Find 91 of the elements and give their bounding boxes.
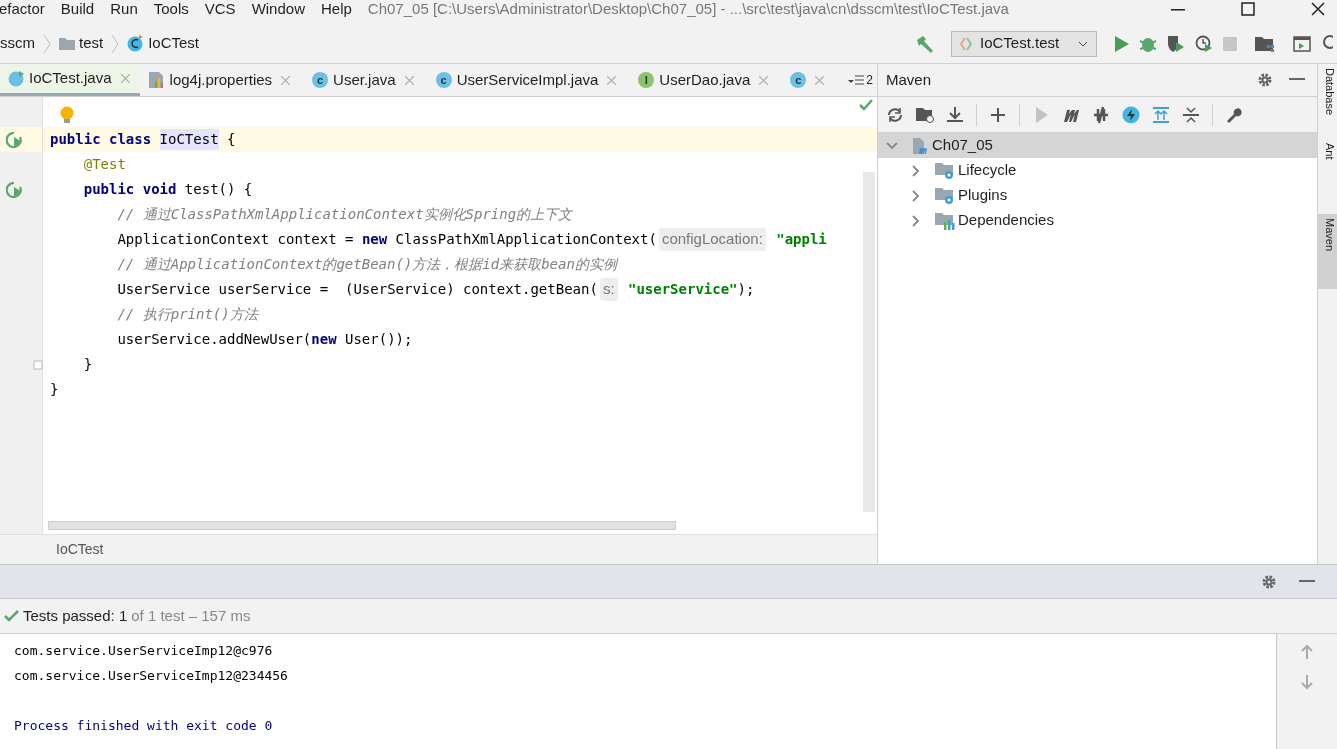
chevron-icon <box>43 33 51 54</box>
profiler-icon[interactable] <box>1195 34 1213 53</box>
library-folder-icon <box>935 211 955 230</box>
tree-item[interactable]: Plugins <box>878 183 1317 208</box>
toggle-offline-icon[interactable] <box>1092 105 1110 124</box>
up-arrow-icon[interactable] <box>1301 644 1313 660</box>
breadcrumb-item[interactable]: IoCTest <box>148 32 200 55</box>
code-line: // 通过ApplicationContext的getBean()方法，根据id来获取bean的实例 <box>116 255 617 274</box>
code-line: userService.addNewUser(new User()); <box>116 330 413 349</box>
class-icon: c <box>435 72 452 88</box>
settings-folder-icon <box>935 161 955 180</box>
refresh-icon[interactable] <box>886 105 904 124</box>
scrollbar[interactable] <box>48 521 676 530</box>
plus-icon[interactable] <box>989 105 1007 124</box>
run-config-dropdown[interactable]: IoCTest.test <box>951 30 1097 57</box>
chevron-right-icon[interactable] <box>910 214 922 227</box>
class-icon <box>8 70 24 87</box>
code-line: ApplicationContext context = new ClassPathXmlApplicationContext( configLocation: "appli <box>50 228 827 251</box>
tab-overflow-button[interactable]: 2 <box>848 64 877 96</box>
check-icon <box>4 610 19 622</box>
side-tab[interactable]: Database <box>1318 64 1337 139</box>
run-icon[interactable] <box>6 181 22 198</box>
breadcrumb-item[interactable]: test <box>79 32 104 55</box>
folder-icon[interactable] <box>916 105 934 124</box>
terminal-window-icon[interactable] <box>1293 35 1311 52</box>
coverage-icon[interactable] <box>1167 34 1185 53</box>
code-line: public void test() { <box>82 180 253 199</box>
close-icon[interactable] <box>1311 2 1325 16</box>
console-line: Process finished with exit code 0 <box>14 716 274 735</box>
panel-title: Maven <box>886 69 933 90</box>
project-structure-icon[interactable] <box>1255 35 1275 52</box>
editor-tab[interactable]: c User.java <box>304 64 428 96</box>
code-line: // 执行print()方法 <box>116 305 258 324</box>
editor-tab[interactable]: c <box>782 64 839 96</box>
settings-icon[interactable] <box>1257 72 1273 88</box>
editor-tab[interactable]: log4j.properties <box>139 64 305 96</box>
side-tab[interactable]: Maven <box>1318 214 1337 289</box>
code-line: // 通过ClassPathXmlApplicationContext实例化Spring的上下文 <box>116 205 573 224</box>
lightning-icon[interactable] <box>1122 105 1140 124</box>
menu-item[interactable]: VCS <box>204 0 236 18</box>
code-line: @Test <box>82 155 126 174</box>
side-tab[interactable]: Ant <box>1318 139 1337 214</box>
code-line: public class IoCTest { <box>50 129 236 150</box>
settings-icon[interactable] <box>1261 573 1277 590</box>
menu-item[interactable]: Tools <box>153 0 189 18</box>
menu-item[interactable]: Build <box>60 0 95 18</box>
window-title: Ch07_05 [C:\Users\Administrator\Desktop\Ch07_05] - ...\src\test\java\cn\dsscm\test\IoCTest.java <box>367 0 1010 18</box>
console-line: com.service.UserServiceImp12@c976 <box>14 641 274 660</box>
hammer-icon[interactable] <box>915 34 935 53</box>
test-status: Tests passed: 1 <box>23 605 128 626</box>
code-line: } <box>50 380 59 399</box>
down-arrow-icon[interactable] <box>1301 674 1313 690</box>
test-config-icon <box>960 36 972 51</box>
folder-icon <box>59 37 75 50</box>
check-icon <box>859 99 873 111</box>
tree-item[interactable]: Ch07_05 <box>878 133 1317 158</box>
interface-icon: I <box>638 72 655 88</box>
lightbulb-icon[interactable] <box>60 105 74 124</box>
tree-item[interactable]: Dependencies <box>878 208 1317 233</box>
breadcrumb-item[interactable]: IoCTest <box>56 539 104 560</box>
console-line: com.service.UserServiceImp12@234456 <box>14 666 289 685</box>
maximize-icon[interactable] <box>1241 2 1255 16</box>
chevron-icon <box>111 33 120 54</box>
run-icon[interactable] <box>1115 35 1129 52</box>
code-line: UserService userService = (UserService) context.getBean( s: "userService"); <box>50 278 755 301</box>
breadcrumb-item[interactable]: sscm <box>0 32 35 55</box>
run-icon[interactable] <box>6 131 22 148</box>
class-icon: c <box>312 72 329 88</box>
editor-tab[interactable]: I UserDao.java <box>630 64 783 96</box>
menu-item[interactable]: Window <box>251 0 305 18</box>
menu-item[interactable]: Help <box>321 0 352 18</box>
properties-file-icon <box>147 71 165 89</box>
editor-tab[interactable]: IoCTest.java <box>0 64 140 96</box>
download-icon[interactable] <box>946 105 964 124</box>
expand-all-icon[interactable] <box>1152 105 1170 124</box>
maven-project-icon <box>911 136 929 155</box>
tree-item[interactable]: Lifecycle <box>878 158 1317 183</box>
caret-icon <box>1078 40 1088 47</box>
test-summary: of 1 test – 157 ms <box>131 605 251 626</box>
chevron-right-icon[interactable] <box>910 164 922 177</box>
code-line: } <box>82 355 93 374</box>
collapse-all-icon[interactable] <box>1182 105 1200 124</box>
chevron-right-icon[interactable] <box>910 189 922 202</box>
list-icon <box>848 75 865 85</box>
settings-folder-icon <box>935 186 955 205</box>
menu-item[interactable]: Run <box>110 0 138 18</box>
editor-tab[interactable]: c UserServiceImpl.java <box>427 64 631 96</box>
menu-item[interactable]: efactor <box>0 0 45 18</box>
class-icon: c <box>790 72 807 88</box>
chevron-down-icon[interactable] <box>886 139 898 152</box>
class-icon <box>127 35 145 52</box>
